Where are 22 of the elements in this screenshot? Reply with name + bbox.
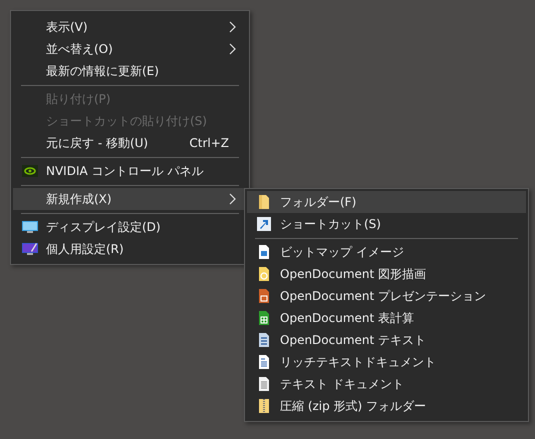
monitor-icon [22,219,38,235]
menu-item[interactable]: 表示(V) [13,16,247,38]
menu-item[interactable]: 圧縮 (zip 形式) フォルダー [247,395,526,417]
menu-item[interactable]: OpenDocument 表計算 [247,307,526,329]
menu-item[interactable]: 元に戻す - 移動(U) Ctrl+Z [13,132,247,154]
menu-item[interactable]: リッチテキストドキュメント [247,351,526,373]
eye-logo-icon [22,163,38,179]
menu-item[interactable]: ビットマップ イメージ [247,241,526,263]
menu-item[interactable]: ショートカット(S) [247,213,526,235]
menu-item[interactable]: OpenDocument 図形描画 [247,263,526,285]
monitor-brush-icon [22,241,38,257]
menu-item[interactable]: 並べ替え(O) [13,38,247,60]
menu-item[interactable]: 最新の情報に更新(E) [13,60,247,82]
shortcut-label: Ctrl+Z [189,136,229,150]
menu-item[interactable]: ディスプレイ設定(D) [13,216,247,238]
menu-item[interactable]: OpenDocument テキスト [247,329,526,351]
menu-item[interactable]: フォルダー(F) [247,191,526,213]
menu-item[interactable]: テキスト ドキュメント [247,373,526,395]
menu-item[interactable]: OpenDocument プレゼンテーション [247,285,526,307]
menu-item[interactable]: 新規作成(X) [13,188,247,210]
menu-item[interactable]: 個人用設定(R) [13,238,247,260]
menu-item[interactable]: NVIDIA コントロール パネル [13,160,247,182]
